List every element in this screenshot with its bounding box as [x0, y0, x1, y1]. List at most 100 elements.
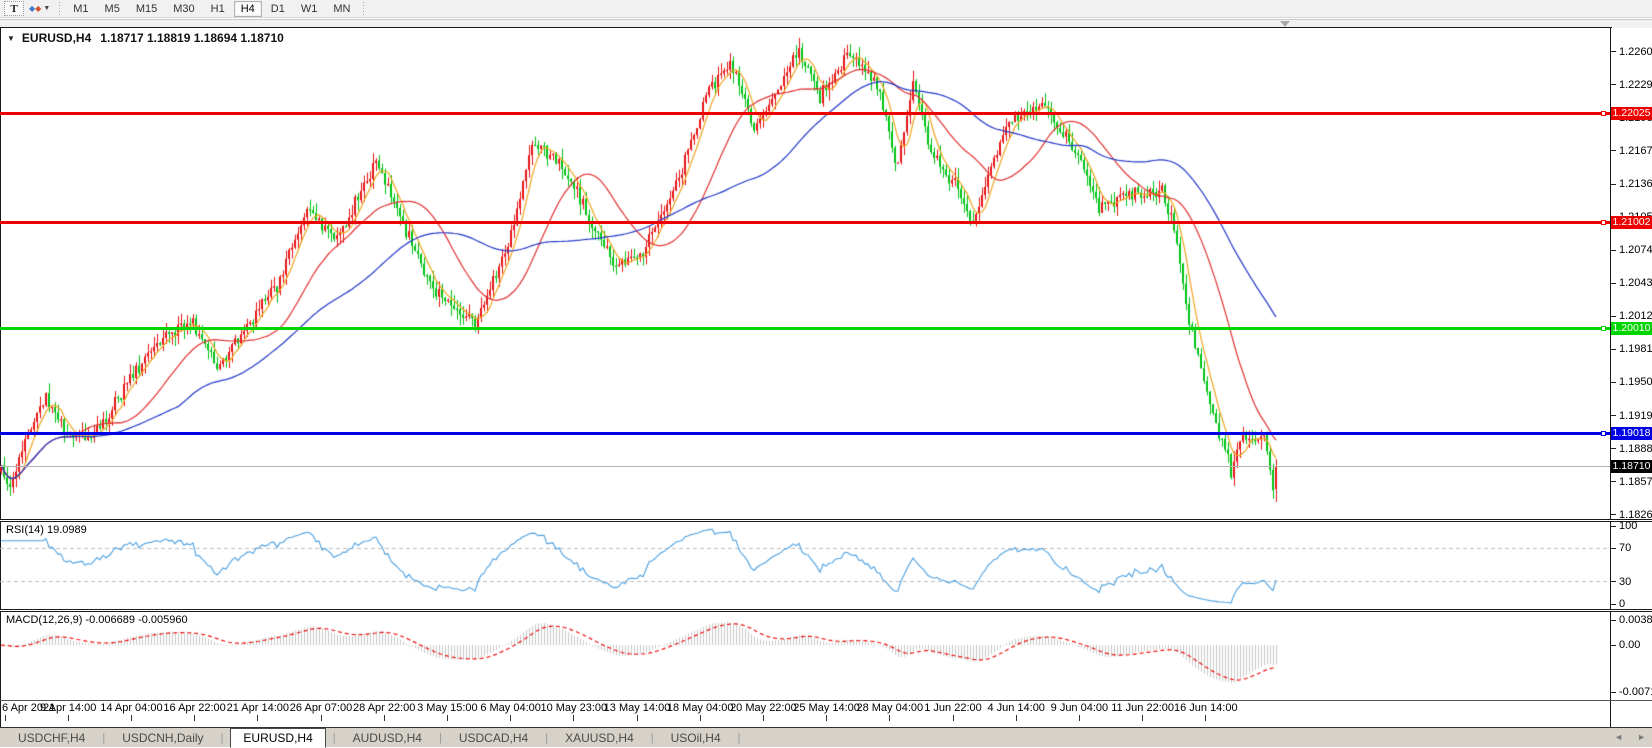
rsi-tick-mark — [1611, 526, 1616, 527]
time-tick-label: 6 May 04:00 — [480, 702, 541, 714]
chart-tab-usdcnh-daily[interactable]: USDCNH,Daily — [112, 730, 213, 746]
time-tick-label: 9 Apr 14:00 — [40, 702, 96, 714]
time-tick-mark — [889, 715, 890, 721]
time-tick-mark — [1142, 715, 1143, 721]
time-tick-mark — [5, 715, 6, 721]
time-tick-label: 9 Jun 04:00 — [1051, 702, 1109, 714]
chart-tab-xauusd-h4[interactable]: XAUUSD,H4 — [555, 730, 644, 746]
hline-price-label: 1.20010 — [1611, 322, 1652, 335]
macd-tick-label: 0.00 — [1619, 639, 1640, 651]
line-handle[interactable] — [1601, 431, 1606, 436]
line-handle[interactable] — [1601, 220, 1606, 225]
chart-symbol-title: EURUSD,H4 — [22, 31, 91, 45]
macd-tick-label: -0.007192 — [1619, 686, 1652, 698]
chart-ohlc-values: 1.18717 1.18819 1.18694 1.18710 — [100, 31, 284, 45]
time-tick-label: 21 Apr 14:00 — [227, 702, 289, 714]
time-tick-label: 11 Jun 22:00 — [1111, 702, 1174, 714]
rsi-tick-label: 70 — [1619, 542, 1631, 554]
rsi-tick-label: 30 — [1619, 576, 1631, 588]
price-tick-label: 1.20740 — [1619, 244, 1652, 256]
price-tick-label: 1.20430 — [1619, 277, 1652, 289]
rsi-tick-label: 100 — [1619, 520, 1637, 532]
time-tick-mark — [194, 715, 195, 721]
tab-separator: | — [102, 732, 105, 744]
pane-divider-rsi[interactable] — [0, 519, 1652, 522]
price-tick-mark — [1611, 349, 1616, 350]
hline-price-label: 1.22025 — [1611, 107, 1652, 120]
current-price-line — [0, 466, 1610, 467]
horizontal-line-1.19018[interactable] — [0, 432, 1610, 435]
price-tick-label: 1.19500 — [1619, 376, 1652, 388]
line-handle[interactable] — [1601, 111, 1606, 116]
time-tick-mark — [763, 715, 764, 721]
price-tick-label: 1.20120 — [1619, 310, 1652, 322]
collapse-chart-icon[interactable]: ▼ — [7, 34, 15, 43]
time-tick-mark — [700, 715, 701, 721]
pane-divider-macd[interactable] — [0, 609, 1652, 612]
chart-tab-usdcad-h4[interactable]: USDCAD,H4 — [449, 730, 538, 746]
time-tick-mark — [1016, 715, 1017, 721]
tab-separator: | — [221, 732, 224, 744]
time-tick-label: 18 May 04:00 — [667, 702, 734, 714]
time-tick-label: 13 May 14:00 — [604, 702, 671, 714]
price-tick-label: 1.18880 — [1619, 443, 1652, 455]
line-handle[interactable] — [1601, 326, 1606, 331]
chart-tab-eurusd-h4[interactable]: EURUSD,H4 — [230, 728, 325, 748]
chart-tab-usdchf-h4[interactable]: USDCHF,H4 — [8, 730, 95, 746]
tab-scroll-arrows: ◄ ► — [1614, 731, 1646, 743]
price-tick-mark — [1611, 382, 1616, 383]
tab-separator: | — [651, 732, 654, 744]
rsi-tick-label: 0 — [1619, 598, 1625, 610]
time-tick-label: 1 Jun 22:00 — [924, 702, 982, 714]
hline-price-label: 1.21002 — [1611, 216, 1652, 229]
time-tick-mark — [953, 715, 954, 721]
time-tick-label: 16 Jun 14:00 — [1174, 702, 1238, 714]
price-tick-label: 1.21360 — [1619, 178, 1652, 190]
price-tick-label: 1.18570 — [1619, 476, 1652, 488]
tab-scroll-right-icon[interactable]: ► — [1637, 731, 1646, 743]
tab-separator: | — [439, 732, 442, 744]
time-tick-label: 20 May 22:00 — [730, 702, 797, 714]
price-tick-mark — [1611, 250, 1616, 251]
price-tick-label: 1.19810 — [1619, 343, 1652, 355]
chart-header: ▼ EURUSD,H4 1.18717 1.18819 1.18694 1.18… — [7, 31, 284, 45]
horizontal-line-1.20010[interactable] — [0, 327, 1610, 330]
price-tick-mark — [1611, 283, 1616, 284]
price-tick-mark — [1611, 514, 1616, 515]
macd-tick-mark — [1611, 692, 1616, 693]
macd-tick-label: 0.003873 — [1619, 614, 1652, 626]
time-tick-label: 26 Apr 07:00 — [290, 702, 352, 714]
chart-tab-audusd-h4[interactable]: AUDUSD,H4 — [343, 730, 432, 746]
time-tick-label: 14 Apr 04:00 — [100, 702, 162, 714]
price-tick-mark — [1611, 415, 1616, 416]
price-tick-mark — [1611, 84, 1616, 85]
price-tick-mark — [1611, 448, 1616, 449]
chart-tab-bar: USDCHF,H4 | USDCNH,Daily | EURUSD,H4 | AUDUSD,… — [0, 728, 1652, 747]
price-tick-mark — [1611, 184, 1616, 185]
chart-tab-usoil-h4[interactable]: USOil,H4 — [661, 730, 731, 746]
tab-separator: | — [738, 732, 741, 744]
tab-separator: | — [545, 732, 548, 744]
time-tick-mark — [826, 715, 827, 721]
rsi-tick-mark — [1611, 581, 1616, 582]
macd-tick-mark — [1611, 620, 1616, 621]
time-tick-mark — [447, 715, 448, 721]
price-tick-mark — [1611, 481, 1616, 482]
time-tick-label: 4 Jun 14:00 — [987, 702, 1045, 714]
price-tick-mark — [1611, 316, 1616, 317]
time-tick-label: 28 Apr 22:00 — [353, 702, 415, 714]
time-tick-mark — [1205, 715, 1206, 721]
time-tick-mark — [510, 715, 511, 721]
price-tick-mark — [1611, 51, 1616, 52]
horizontal-line-1.22025[interactable] — [0, 112, 1610, 115]
time-tick-label: 10 May 23:00 — [540, 702, 607, 714]
time-tick-label: 28 May 04:00 — [856, 702, 923, 714]
rsi-tick-mark — [1611, 604, 1616, 605]
time-tick-mark — [384, 715, 385, 721]
tab-separator: | — [333, 732, 336, 744]
time-tick-mark — [68, 715, 69, 721]
price-tick-label: 1.21670 — [1619, 145, 1652, 157]
horizontal-line-1.21002[interactable] — [0, 221, 1610, 224]
time-tick-mark — [131, 715, 132, 721]
tab-scroll-left-icon[interactable]: ◄ — [1614, 731, 1623, 743]
